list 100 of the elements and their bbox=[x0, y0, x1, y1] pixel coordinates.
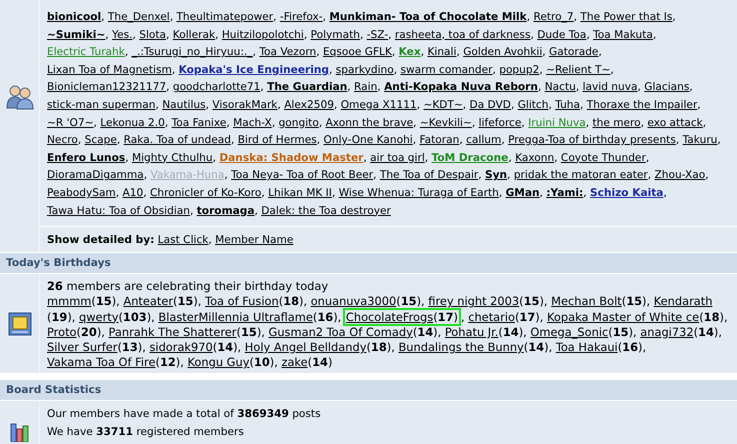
member-link[interactable]: Holy Angel Belldandy bbox=[244, 340, 366, 354]
member-link[interactable]: Fatoran bbox=[420, 134, 460, 146]
member-link[interactable]: Electric Turahk bbox=[47, 46, 125, 58]
member-link[interactable]: :Yami: bbox=[546, 186, 584, 199]
member-link[interactable]: Theultimatepower bbox=[176, 11, 274, 23]
member-link[interactable]: rasheeta, toa of darkness bbox=[394, 28, 530, 41]
member-link[interactable]: Rain bbox=[354, 81, 378, 94]
member-link[interactable]: Lekonua 2.0 bbox=[100, 116, 165, 129]
member-link[interactable]: Mach-X bbox=[233, 116, 272, 129]
member-link[interactable]: exo attack bbox=[647, 116, 703, 129]
member-link[interactable]: ChocolateFrogs bbox=[346, 310, 434, 324]
member-link[interactable]: Schizo Kaita bbox=[590, 186, 664, 199]
member-link[interactable]: Polymath bbox=[310, 28, 360, 41]
member-link[interactable]: Thoraxe the Impailer bbox=[586, 98, 698, 111]
member-link[interactable]: Pohatu Jr. bbox=[444, 324, 498, 339]
member-link[interactable]: DioramaDigamma bbox=[47, 169, 144, 182]
member-link[interactable]: onuanuva3000 bbox=[310, 294, 396, 308]
member-link[interactable]: Scape bbox=[84, 134, 117, 146]
member-link[interactable]: Nautilus bbox=[162, 98, 206, 111]
member-link[interactable]: ~KDT~ bbox=[423, 98, 463, 111]
member-link[interactable]: Zhou-Xao bbox=[654, 169, 706, 182]
member-link[interactable]: Kongu Guy bbox=[188, 355, 250, 370]
member-link[interactable]: The Toa of Despair bbox=[380, 169, 478, 182]
member-link[interactable]: The Guardian bbox=[267, 81, 348, 94]
member-link[interactable]: Kollerak bbox=[172, 28, 216, 41]
member-link[interactable]: Bionicleman12321177 bbox=[47, 81, 166, 94]
member-link[interactable]: Iruini Nuva bbox=[528, 116, 586, 129]
member-link[interactable]: _.:Tsurugi_no_Hiryuu:._ bbox=[132, 46, 253, 58]
member-link[interactable]: lifeforce bbox=[478, 116, 522, 129]
member-link[interactable]: A10 bbox=[122, 186, 144, 199]
member-link[interactable]: stick-man superman bbox=[47, 98, 156, 111]
member-link[interactable]: Axonn the brave bbox=[326, 116, 414, 129]
member-link[interactable]: Necro bbox=[47, 134, 78, 146]
member-link[interactable]: anagi732 bbox=[640, 324, 694, 339]
member-link[interactable]: Toa Hakaui bbox=[556, 340, 618, 354]
member-link[interactable]: Kaxonn bbox=[515, 152, 554, 164]
member-link[interactable]: Nactu bbox=[544, 81, 576, 94]
member-link[interactable]: Raka. Toa of undead bbox=[124, 134, 231, 146]
member-link[interactable]: Panrahk The Shatterer bbox=[108, 324, 236, 339]
member-link[interactable]: Chronicler of Ko-Koro bbox=[150, 186, 262, 199]
member-link[interactable]: Glitch bbox=[518, 98, 548, 111]
member-link[interactable]: sidorak970 bbox=[149, 340, 213, 354]
member-link[interactable]: VisorakMark bbox=[212, 98, 278, 111]
member-link[interactable]: Kopaka's Ice Engineering bbox=[178, 64, 330, 76]
member-link[interactable]: Lhikan MK II bbox=[268, 186, 332, 199]
member-link[interactable]: toromaga bbox=[196, 204, 254, 217]
member-link[interactable]: Silver Surfer bbox=[47, 340, 118, 354]
member-link[interactable]: the mero bbox=[592, 116, 641, 129]
member-link[interactable]: Munkiman- Toa of Chocolate Milk bbox=[329, 11, 527, 23]
member-link[interactable]: Syn bbox=[485, 169, 508, 182]
member-link[interactable]: zake bbox=[281, 355, 308, 370]
member-link[interactable]: Omega X1111 bbox=[340, 98, 417, 111]
member-link[interactable]: ~Relient T~ bbox=[546, 64, 610, 76]
member-link[interactable]: chetario bbox=[468, 310, 515, 324]
member-link[interactable]: goodcharlotte71 bbox=[172, 81, 260, 94]
member-link[interactable]: Toa Fanixe bbox=[172, 116, 226, 129]
member-link[interactable]: Toa Vezorn bbox=[259, 46, 316, 58]
member-link[interactable]: pridak the matoran eater bbox=[514, 169, 648, 182]
member-link[interactable]: Kendarath bbox=[654, 294, 712, 308]
member-link[interactable]: Retro_7 bbox=[533, 11, 574, 23]
member-link[interactable]: bionicool bbox=[47, 11, 102, 23]
member-link[interactable]: Golden Avohkii bbox=[463, 46, 542, 58]
member-link[interactable]: -SZ- bbox=[366, 28, 388, 41]
member-link[interactable]: sparkydino bbox=[336, 64, 394, 76]
member-link[interactable]: Da DVD bbox=[470, 98, 511, 111]
member-link[interactable]: gongito bbox=[278, 116, 319, 129]
member-link[interactable]: popup2 bbox=[499, 64, 540, 76]
member-link[interactable]: firey night 2003 bbox=[428, 294, 520, 308]
member-link[interactable]: Eqsooe GFLK bbox=[322, 46, 392, 58]
member-link[interactable]: Wise Whenua: Turaga of Earth bbox=[338, 186, 499, 199]
member-link[interactable]: Toa of Fusion bbox=[205, 294, 279, 308]
member-link[interactable]: PeabodySam bbox=[47, 186, 116, 199]
member-link[interactable]: Pregga-Toa of birthday presents bbox=[508, 134, 676, 146]
member-link[interactable]: BlasterMillennia Ultraflame bbox=[158, 310, 313, 324]
member-link[interactable]: Dalek: the Toa destroyer bbox=[261, 204, 391, 217]
member-link[interactable]: -Firefox- bbox=[280, 11, 323, 23]
member-link[interactable]: Toa Neya- Toa of Root Beer bbox=[231, 169, 374, 182]
member-link[interactable]: callum bbox=[466, 134, 502, 146]
member-link[interactable]: The_Denxel bbox=[108, 11, 170, 23]
member-link[interactable]: Proto bbox=[47, 324, 77, 339]
member-link[interactable]: Kex bbox=[398, 46, 421, 58]
member-link[interactable]: Huitzilopolotchi bbox=[222, 28, 304, 41]
member-link[interactable]: lavid nuva bbox=[582, 81, 638, 94]
member-link[interactable]: Glacians bbox=[644, 81, 690, 94]
member-link[interactable]: Omega_Sonic bbox=[530, 324, 608, 339]
member-link[interactable]: Lixan Toa of Magnetism bbox=[47, 64, 172, 76]
member-link[interactable]: Bundalings the Bunny bbox=[398, 340, 524, 354]
member-link[interactable]: Only-One Kanohi bbox=[324, 134, 413, 146]
member-link[interactable]: ~Kevkili~ bbox=[420, 116, 472, 129]
member-link[interactable]: Coyote Thunder bbox=[560, 152, 646, 164]
member-link[interactable]: ToM Dracone bbox=[432, 152, 508, 164]
member-link[interactable]: Yes. bbox=[112, 28, 132, 41]
sort-link[interactable]: Last Click bbox=[158, 234, 208, 246]
member-link[interactable]: Slota bbox=[139, 28, 166, 41]
member-link[interactable]: Tawa Hatu: Toa of Obsidian bbox=[47, 204, 190, 217]
member-link[interactable]: Gatorade bbox=[549, 46, 598, 58]
member-link[interactable]: Kinali bbox=[427, 46, 456, 58]
member-link[interactable]: Tuha bbox=[555, 98, 580, 111]
member-link[interactable]: Gusman2 Toa Of Comady bbox=[268, 324, 413, 339]
member-link[interactable]: Anteater bbox=[123, 294, 174, 308]
